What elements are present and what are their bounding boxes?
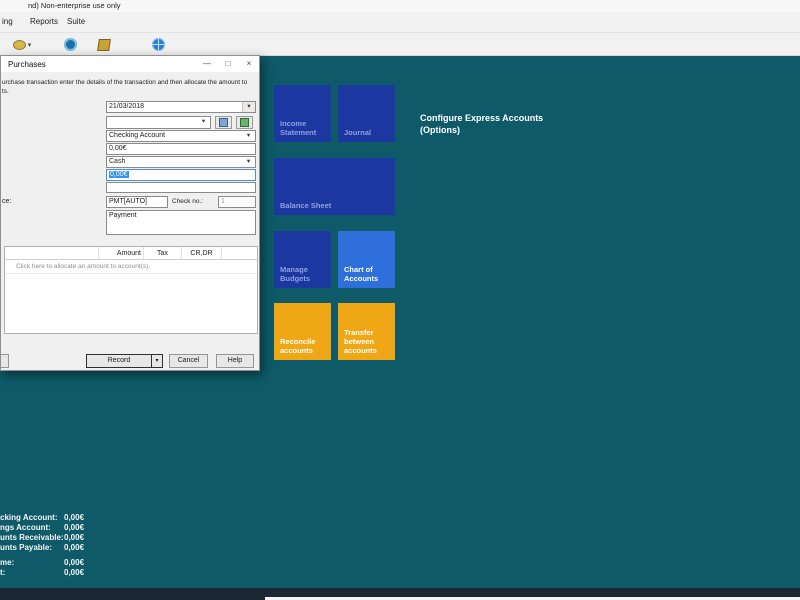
check-no-label: Check no.: (172, 198, 203, 205)
configure-express-accounts-link[interactable]: Configure Express Accounts (Options) (420, 112, 543, 136)
allocation-table-header: Amount Tax CR,DR (5, 247, 257, 260)
dialog-description: ts. (2, 88, 9, 95)
tile-balance-sheet[interactable]: Balance Sheet (274, 158, 395, 215)
amount-field[interactable]: 0,00€ (106, 143, 256, 155)
chevron-down-icon: ▾ (28, 41, 32, 49)
tile-reconcile-accounts[interactable]: Reconcile accounts (274, 303, 331, 360)
tile-journal[interactable]: Journal (338, 85, 395, 142)
tile-label: Reconcile accounts (280, 337, 315, 355)
purchases-dialog: Purchases — □ × urchase transaction ente… (0, 55, 260, 371)
chevron-down-icon[interactable]: ▾ (243, 157, 254, 167)
tile-manage-budgets[interactable]: Manage Budgets (274, 231, 331, 288)
date-picker-dropdown-icon[interactable]: ▾ (242, 102, 255, 112)
toolbar-money-out-button[interactable]: ▾ (6, 35, 38, 54)
notes-field[interactable]: Payment (106, 210, 256, 235)
help-button[interactable]: Help (216, 354, 254, 368)
allocation-table: Amount Tax CR,DR Click here to allocate … (4, 246, 258, 334)
chevron-down-icon[interactable]: ▾ (198, 117, 209, 127)
toolbar: ▾ (0, 33, 800, 56)
balance-value: 0,00€ (64, 543, 84, 552)
web-access-icon (152, 38, 165, 51)
tile-label: Journal (344, 128, 371, 137)
selected-text: 0,00€ (109, 171, 129, 178)
allocation-row[interactable]: Click here to allocate an amount to acco… (5, 260, 257, 274)
column-header (5, 247, 99, 259)
balance-value: 0,00€ (64, 513, 84, 522)
account-select[interactable]: Checking Account ▾ (106, 130, 256, 142)
check-no-field[interactable]: 1 (218, 196, 256, 208)
reports-icon (64, 38, 77, 51)
balance-value: 0,00€ (64, 568, 84, 577)
allocation-placeholder: Click here to allocate an amount to acco… (5, 263, 150, 270)
options-icon (97, 39, 111, 51)
chevron-down-icon[interactable]: ▾ (243, 131, 254, 141)
toolbar-web-access-button[interactable] (146, 35, 170, 54)
balance-value: 0,00€ (64, 558, 84, 567)
toolbar-options-button[interactable] (92, 35, 116, 54)
window-titlebar: nd) Non-enterprise use only (0, 0, 800, 12)
date-field[interactable]: 21/03/2018 ▾ (106, 101, 256, 113)
reference-field[interactable]: PMT[AUTO] (106, 196, 168, 208)
cutoff-button[interactable] (0, 354, 9, 368)
tile-label: Income Statement (280, 119, 316, 137)
close-icon[interactable]: × (239, 56, 259, 72)
dialog-title: Purchases (8, 60, 46, 69)
balance-label: me: (0, 558, 14, 567)
balance-value: 0,00€ (64, 523, 84, 532)
balance-label: cking Account: (0, 513, 57, 522)
payee-combobox[interactable]: ▾ (106, 116, 211, 129)
payee-card-button[interactable] (215, 116, 232, 129)
tile-label: Manage Budgets (280, 265, 310, 283)
change-field[interactable] (106, 182, 256, 193)
tile-transfer-between-accounts[interactable]: Transfer between accounts (338, 303, 395, 360)
payee-browse-button[interactable] (236, 116, 253, 129)
cancel-button[interactable]: Cancel (169, 354, 208, 368)
payment-method-select[interactable]: Cash ▾ (106, 156, 256, 168)
record-dropdown-icon[interactable]: ▾ (152, 354, 163, 368)
taskbar[interactable] (0, 588, 800, 600)
dialog-description: urchase transaction enter the details of… (2, 79, 247, 86)
tile-income-statement[interactable]: Income Statement (274, 85, 331, 142)
menu-bar: ing Reports Suite (0, 12, 800, 33)
balance-label: ngs Account: (0, 523, 51, 532)
balance-label: unts Payable: (0, 543, 52, 552)
money-out-icon (13, 40, 26, 50)
balance-value: 0,00€ (64, 533, 84, 542)
menu-item-reports[interactable]: Reports (30, 17, 58, 26)
app-window: nd) Non-enterprise use only ing Reports … (0, 0, 800, 600)
minimize-icon[interactable]: — (197, 56, 217, 72)
record-button[interactable]: Record (86, 354, 152, 368)
column-header-tax: Tax (144, 247, 182, 259)
dialog-titlebar[interactable]: Purchases — □ × (1, 56, 259, 72)
column-header-amount: Amount (99, 247, 144, 259)
menu-item-cutoff[interactable]: ing (2, 17, 13, 26)
tile-label: Balance Sheet (280, 201, 331, 210)
toolbar-reports-button[interactable] (58, 35, 82, 54)
tile-label: Transfer between accounts (344, 328, 377, 355)
payee-card-icon (219, 118, 228, 127)
amount-tendered-field[interactable]: 0,00€ (106, 169, 256, 181)
reference-label: ce: (2, 198, 11, 205)
balance-label: unts Receivable: (0, 533, 64, 542)
tile-chart-of-accounts[interactable]: Chart of Accounts (338, 231, 395, 288)
column-header-crdr: CR,DR (182, 247, 222, 259)
maximize-icon[interactable]: □ (218, 56, 238, 72)
payee-browse-icon (240, 118, 249, 127)
window-title: nd) Non-enterprise use only (28, 1, 121, 10)
balance-label: t: (0, 568, 5, 577)
column-header (222, 247, 257, 259)
tile-label: Chart of Accounts (344, 265, 378, 283)
menu-item-suite[interactable]: Suite (67, 17, 85, 26)
